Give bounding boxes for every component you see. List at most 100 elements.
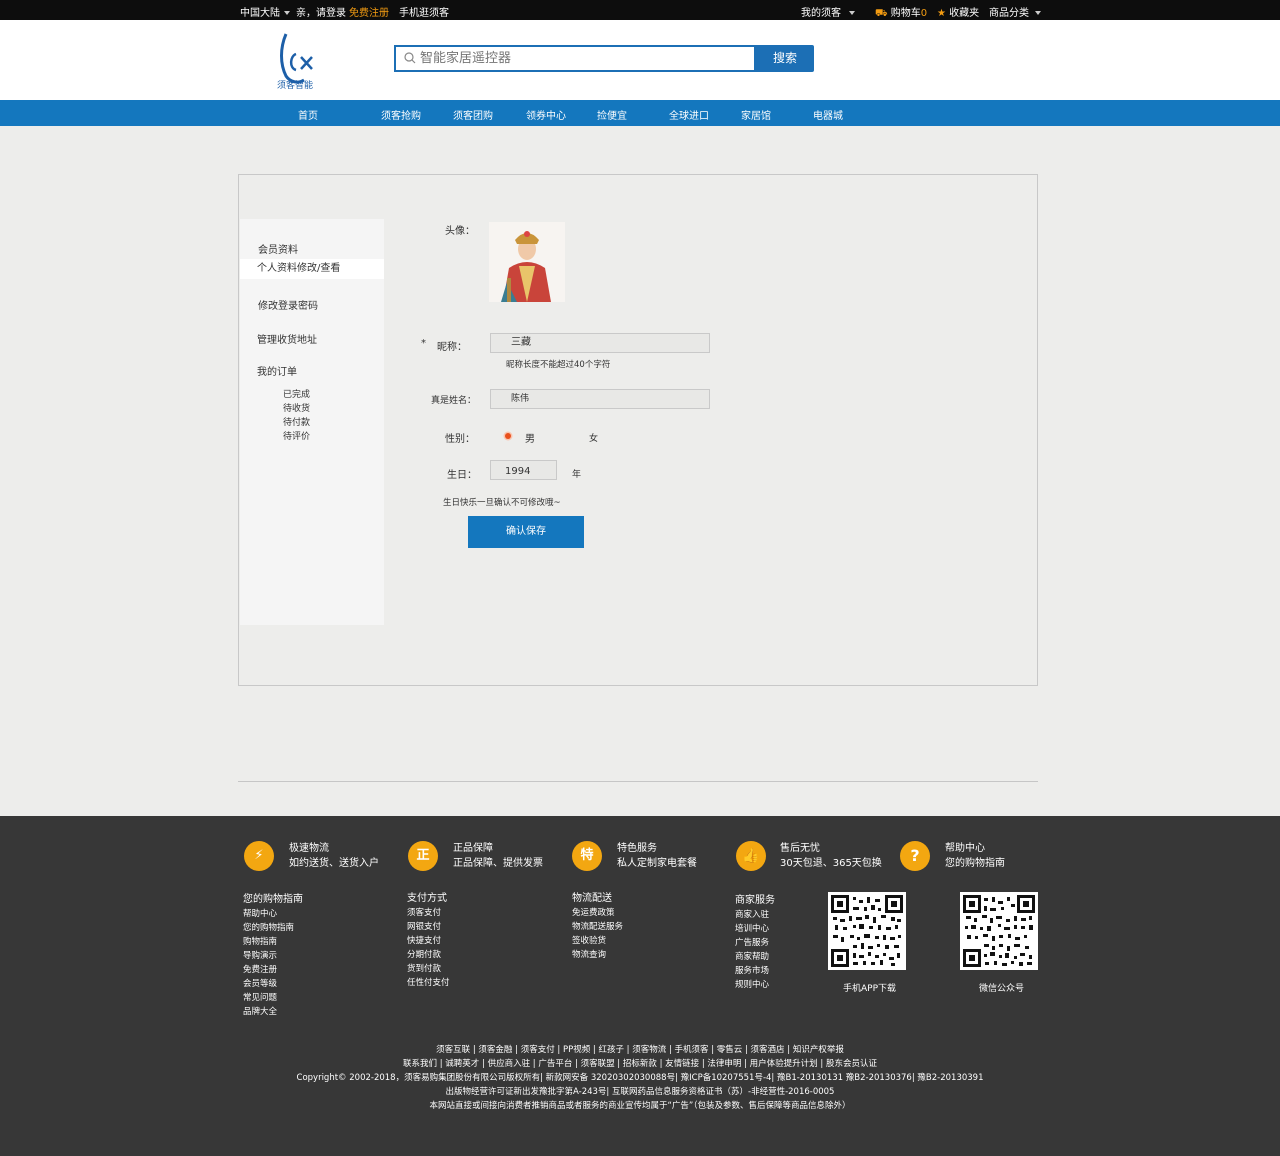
footer-link[interactable]: 购物指南 <box>243 935 277 947</box>
service-desc: 私人定制家电套餐 <box>617 858 697 869</box>
nav-item-bargains[interactable]: 捡便宜 <box>597 107 627 122</box>
copyright-line: Copyright© 2002-2018，须客易购集团股份有限公司版权所有| 新… <box>296 1073 984 1083</box>
footer-link[interactable]: 分期付款 <box>407 948 441 960</box>
search-icon <box>404 52 416 64</box>
service-desc: 如约送货、送货入户 <box>289 858 379 869</box>
footer-link[interactable]: 物流查询 <box>572 948 606 960</box>
footer-link[interactable]: 免运费政策 <box>572 906 615 918</box>
footer-links-line[interactable]: 联系我们 | 诚聘英才 | 供应商入驻 | 广告平台 | 须客联盟 | 招标新款… <box>0 1057 1280 1069</box>
cart-link[interactable]: ⛟ 购物车0 <box>875 4 927 21</box>
service-desc: 正品保障、提供发票 <box>453 858 543 869</box>
nav-item-group-buy[interactable]: 须客团购 <box>453 107 493 122</box>
mobile-link[interactable]: 手机逛须客 <box>399 4 449 19</box>
license-line: 出版物经营许可证新出发豫批字第A-243号| 互联网药品信息服务资格证书（苏）-… <box>445 1087 835 1097</box>
nav-item-home[interactable]: 首页 <box>298 107 318 122</box>
footer-link[interactable]: 服务市场 <box>735 964 769 976</box>
content-divider <box>238 781 1038 782</box>
nickname-label: 昵称： <box>437 342 467 353</box>
footer-link[interactable]: 常见问题 <box>243 991 277 1003</box>
avatar[interactable] <box>489 222 565 302</box>
footer-link[interactable]: 须客支付 <box>407 906 441 918</box>
cart-count: 0 <box>920 8 928 19</box>
footer-link[interactable]: 货到付款 <box>407 962 441 974</box>
birthday-year-input[interactable]: 1994 <box>490 460 557 480</box>
footer-link[interactable]: 品牌大全 <box>243 1005 277 1017</box>
order-completed-link[interactable]: 已完成 <box>283 387 310 400</box>
footer-col-title: 物流配送 <box>572 893 612 904</box>
my-account-menu[interactable]: 我的须客 <box>801 4 855 19</box>
star-icon: ★ <box>937 8 946 19</box>
qr-code-icon <box>831 895 903 967</box>
footer-col-title: 支付方式 <box>407 893 447 904</box>
header: 须客智能 搜索 <box>0 20 1280 100</box>
app-download-label: 手机APP下载 <box>843 984 897 994</box>
save-button[interactable]: 确认保存 <box>468 516 584 548</box>
register-link[interactable]: 免费注册 <box>349 4 389 19</box>
search-box <box>394 45 756 72</box>
favorites-link[interactable]: ★ 收藏夹 <box>937 4 979 19</box>
nav-item-coupons[interactable]: 领券中心 <box>526 107 566 122</box>
nav-item-global[interactable]: 全球进口 <box>669 107 709 122</box>
footer-link[interactable]: 商家入驻 <box>735 908 769 920</box>
cart-icon: ⛟ <box>875 8 888 19</box>
nav-item-home-goods[interactable]: 家居馆 <box>741 107 771 122</box>
search-button[interactable]: 搜索 <box>756 45 814 72</box>
categories-menu[interactable]: 商品分类 <box>989 4 1041 19</box>
service-title: 正品保障 <box>453 843 493 854</box>
footer-link[interactable]: 培训中心 <box>735 922 769 934</box>
year-unit: 年 <box>572 470 582 480</box>
genuine-icon: 正 <box>408 841 438 871</box>
sidebar-item-orders[interactable]: 我的订单 <box>240 363 384 378</box>
avatar-label: 头像： <box>445 226 475 237</box>
chevron-down-icon <box>849 11 855 15</box>
gender-male-radio[interactable] <box>505 433 511 439</box>
wechat-qr-code <box>960 892 1038 970</box>
footer-link[interactable]: 任性付支付 <box>407 976 450 988</box>
footer-col-title: 您的购物指南 <box>243 894 303 905</box>
footer-link[interactable]: 免费注册 <box>243 963 277 975</box>
order-to-review-link[interactable]: 待评价 <box>283 429 310 442</box>
birthday-hint: 生日快乐一旦确认不可修改哦~ <box>443 498 561 508</box>
main-nav: 首页 须客抢购 须客团购 领券中心 捡便宜 全球进口 家居馆 电器城 <box>0 100 1280 126</box>
sidebar-item-address[interactable]: 管理收货地址 <box>240 331 384 346</box>
nav-item-flash-sale[interactable]: 须客抢购 <box>381 107 421 122</box>
footer-link[interactable]: 快捷支付 <box>407 934 441 946</box>
thumbs-up-icon: 👍 <box>736 841 766 871</box>
gender-label: 性别： <box>445 434 475 445</box>
footer-link[interactable]: 商家帮助 <box>735 950 769 962</box>
order-to-pay-link[interactable]: 待付款 <box>283 415 310 428</box>
footer-link[interactable]: 会员等级 <box>243 977 277 989</box>
chevron-down-icon <box>1035 11 1041 15</box>
footer-links-line[interactable]: 须客互联 | 须客金融 | 须客支付 | PP视频 | 红孩子 | 须客物流 |… <box>0 1043 1280 1055</box>
footer-link[interactable]: 签收验货 <box>572 934 606 946</box>
sidebar-section-title: 会员资料 <box>258 245 298 256</box>
nickname-hint: 昵称长度不能超过40个字符 <box>506 360 611 370</box>
search-input[interactable] <box>420 49 740 68</box>
app-qr-code <box>828 892 906 970</box>
order-to-receive-link[interactable]: 待收货 <box>283 401 310 414</box>
avatar-portrait-icon <box>489 222 565 302</box>
nickname-input[interactable]: 三藏 <box>490 333 710 353</box>
footer-col-title: 商家服务 <box>735 895 775 906</box>
gender-male-label: 男 <box>525 434 535 445</box>
sidebar-item-profile[interactable]: 个人资料修改/查看 <box>240 259 384 279</box>
footer-link[interactable]: 帮助中心 <box>243 907 277 919</box>
footer-link[interactable]: 导购演示 <box>243 949 277 961</box>
sidebar-item-password[interactable]: 修改登录密码 <box>240 297 384 312</box>
footer-link[interactable]: 网银支付 <box>407 920 441 932</box>
nav-item-appliances[interactable]: 电器城 <box>813 107 843 122</box>
required-mark: * <box>421 338 426 349</box>
special-icon: 特 <box>572 841 602 871</box>
service-title: 售后无忧 <box>780 843 820 854</box>
realname-label: 真是姓名： <box>431 396 477 406</box>
realname-input[interactable]: 陈伟 <box>490 389 710 409</box>
gender-female-option[interactable]: 女 <box>589 431 598 444</box>
footer-link[interactable]: 广告服务 <box>735 936 769 948</box>
footer-link[interactable]: 您的购物指南 <box>243 921 294 933</box>
login-link[interactable]: 亲，请登录 <box>296 4 346 19</box>
service-desc: 您的购物指南 <box>945 858 1005 869</box>
region-selector[interactable]: 中国大陆 <box>240 4 290 19</box>
member-sidebar: 会员资料 个人资料修改/查看 修改登录密码 管理收货地址 我的订单 已完成 待收… <box>240 219 384 625</box>
footer-link[interactable]: 规则中心 <box>735 978 769 990</box>
footer-link[interactable]: 物流配送服务 <box>572 920 623 932</box>
